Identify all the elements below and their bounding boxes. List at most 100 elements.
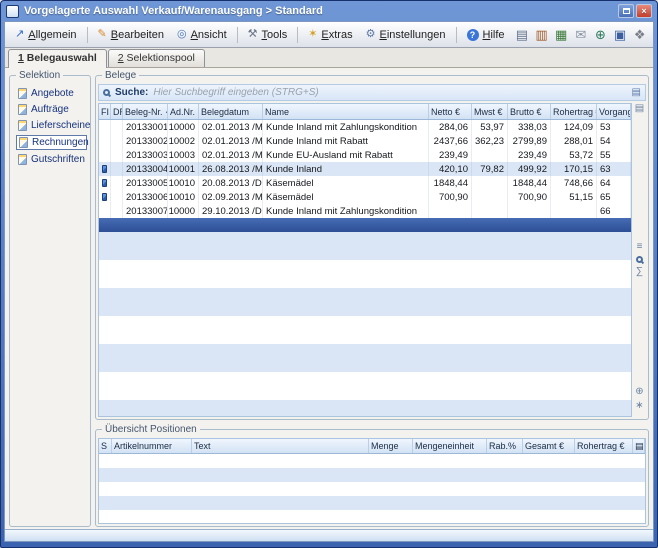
- col-header-rab[interactable]: Rab.%: [487, 439, 523, 453]
- sum-icon[interactable]: ∑: [636, 267, 643, 277]
- table-row[interactable]: 20133004 10001 26.08.2013 /Mo Kunde Inla…: [99, 162, 631, 176]
- menu-bearbeiten[interactable]: ✎ Bearbeiten: [92, 26, 170, 44]
- content-area: Selektion Angebote Aufträge Lieferschein…: [5, 68, 653, 529]
- column-chooser-icon[interactable]: ▤: [635, 104, 644, 114]
- add-icon[interactable]: ⊕: [635, 387, 643, 397]
- menu-ansicht[interactable]: ◎ Ansicht: [171, 26, 233, 44]
- zoom-icon[interactable]: [636, 256, 643, 263]
- col-header-mengeneinheit[interactable]: Mengeneinheit: [413, 439, 487, 453]
- table-row[interactable]: 20133005 10010 20.08.2013 /Di Käsemädel …: [99, 176, 631, 190]
- cell-brutto: 2799,89: [508, 134, 551, 148]
- belege-inner: Suche: Hier Suchbegriff eingeben (STRG+S…: [98, 84, 646, 417]
- maximize-button[interactable]: [618, 4, 634, 18]
- search-options-icon[interactable]: ▤: [632, 87, 641, 98]
- menu-extras[interactable]: ✶ Extras: [302, 26, 358, 44]
- menu-label: Einstellungen: [379, 29, 445, 41]
- col-header-dr[interactable]: DR: [111, 104, 123, 119]
- menu-label: Bearbeiten: [111, 29, 164, 41]
- column-chooser-icon[interactable]: ▤: [633, 439, 645, 453]
- sidebar-item-label: Gutschriften: [31, 154, 85, 165]
- tab-belegauswahl[interactable]: 1 Belegauswahl: [8, 49, 107, 68]
- print-icon[interactable]: ▤: [513, 26, 532, 44]
- col-header-netto[interactable]: Netto €: [429, 104, 472, 119]
- menu-label: Extras: [321, 29, 352, 41]
- cell-brutto: [508, 204, 551, 218]
- cell-belegdatum: 29.10.2013 /Di: [199, 204, 263, 218]
- col-header-belegnr[interactable]: Beleg-Nr.▲: [123, 104, 168, 119]
- cell-vorgang: 55: [597, 148, 631, 162]
- sidebar-item-rechnungen[interactable]: Rechnungen: [16, 135, 87, 150]
- cell-mwst: [472, 190, 508, 204]
- tab-selektionspool[interactable]: 2 Selektionspool: [108, 49, 205, 67]
- col-header-adnr[interactable]: Ad.Nr.: [168, 104, 199, 119]
- col-header-brutto[interactable]: Brutto €: [508, 104, 551, 119]
- mail-icon[interactable]: ✉: [571, 26, 590, 44]
- document-icon: [18, 120, 27, 131]
- toolbar-separator: [87, 27, 88, 43]
- search-bar[interactable]: Suche: Hier Suchbegriff eingeben (STRG+S…: [98, 84, 646, 101]
- cell-vorgang: 64: [597, 176, 631, 190]
- cell-vorgang: 54: [597, 134, 631, 148]
- cell-fi: [99, 134, 111, 148]
- cell-adnr: 10002: [168, 134, 199, 148]
- menu-allgemein[interactable]: ↗ Allgemein: [9, 26, 83, 44]
- table-row[interactable]: 20133006 10010 02.09.2013 /Mo Käsemädel …: [99, 190, 631, 204]
- cell-belegdatum: 02.01.2013 /Mi: [199, 148, 263, 162]
- col-header-menge[interactable]: Menge: [369, 439, 413, 453]
- address-book-icon[interactable]: ▥: [532, 26, 551, 44]
- external-window-icon[interactable]: ❖: [630, 26, 649, 44]
- selected-row[interactable]: [99, 218, 631, 232]
- col-header-artikelnummer[interactable]: Artikelnummer: [112, 439, 192, 453]
- col-header-s[interactable]: S: [99, 439, 112, 453]
- close-button[interactable]: ×: [636, 4, 652, 18]
- col-header-vorgang[interactable]: Vorgang: [597, 104, 631, 119]
- positionen-header: S Artikelnummer Text Menge Mengeneinheit…: [99, 439, 645, 454]
- search-input[interactable]: Hier Suchbegriff eingeben (STRG+S): [153, 87, 626, 98]
- sidebar-item-label: Angebote: [31, 88, 74, 99]
- cell-netto: 284,06: [429, 120, 472, 134]
- document-icon: [18, 154, 27, 165]
- belege-panel: Belege Suche: Hier Suchbegriff eingeben …: [95, 75, 649, 420]
- col-header-gesamt[interactable]: Gesamt €: [523, 439, 575, 453]
- cell-rohertrag: 51,15: [551, 190, 597, 204]
- cell-adnr: 10000: [168, 204, 199, 218]
- sidebar-item-auftraege[interactable]: Aufträge: [16, 103, 87, 116]
- tools-hammer-icon: ⚒: [248, 29, 258, 40]
- table-row[interactable]: 20133007 10000 29.10.2013 /Di Kunde Inla…: [99, 204, 631, 218]
- cell-vorgang: 65: [597, 190, 631, 204]
- menu-einstellungen[interactable]: ⚙ Einstellungen: [360, 26, 452, 44]
- cell-belegdatum: 26.08.2013 /Mo: [199, 162, 263, 176]
- asterisk-icon[interactable]: ∗: [635, 401, 643, 411]
- menu-hilfe[interactable]: ? Hilfe: [461, 26, 511, 44]
- table-row[interactable]: 20133002 10002 02.01.2013 /Mi Kunde Inla…: [99, 134, 631, 148]
- table-row[interactable]: 20133001 10000 02.01.2013 /Mi Kunde Inla…: [99, 120, 631, 134]
- cell-dr: [111, 204, 123, 218]
- help-icon: ?: [467, 29, 479, 41]
- col-header-rohertrag[interactable]: Rohertrag €: [575, 439, 633, 453]
- right-column: Belege Suche: Hier Suchbegriff eingeben …: [95, 71, 649, 527]
- monitor-icon[interactable]: ▣: [611, 26, 630, 44]
- col-header-mwst[interactable]: Mwst €: [472, 104, 508, 119]
- col-header-belegdatum[interactable]: Belegdatum: [199, 104, 263, 119]
- cell-mwst: [472, 204, 508, 218]
- cell-belegdatum: 02.01.2013 /Mi: [199, 120, 263, 134]
- cell-mwst: [472, 176, 508, 190]
- sidebar-item-label: Rechnungen: [32, 137, 89, 148]
- col-header-text[interactable]: Text: [192, 439, 369, 453]
- cell-name: Käsemädel: [263, 176, 429, 190]
- cell-name: Kunde Inland mit Rabatt: [263, 134, 429, 148]
- sidebar-item-angebote[interactable]: Angebote: [16, 87, 87, 100]
- globe-icon[interactable]: ⊕: [591, 26, 610, 44]
- menu-tools[interactable]: ⚒ Tools: [242, 26, 294, 44]
- col-header-rohertrag[interactable]: Rohertrag €: [551, 104, 597, 119]
- package-icon[interactable]: ▦: [552, 26, 571, 44]
- col-header-name[interactable]: Name: [263, 104, 429, 119]
- cell-belegnr: 20133006: [123, 190, 168, 204]
- list-icon[interactable]: ≡: [637, 242, 643, 252]
- document-icon: [19, 137, 28, 148]
- sidebar-item-lieferscheine[interactable]: Lieferscheine: [16, 119, 87, 132]
- table-row[interactable]: 20133003 10003 02.01.2013 /Mi Kunde EU-A…: [99, 148, 631, 162]
- status-bar: [5, 529, 653, 541]
- col-header-fi[interactable]: FI: [99, 104, 111, 119]
- sidebar-item-gutschriften[interactable]: Gutschriften: [16, 153, 87, 166]
